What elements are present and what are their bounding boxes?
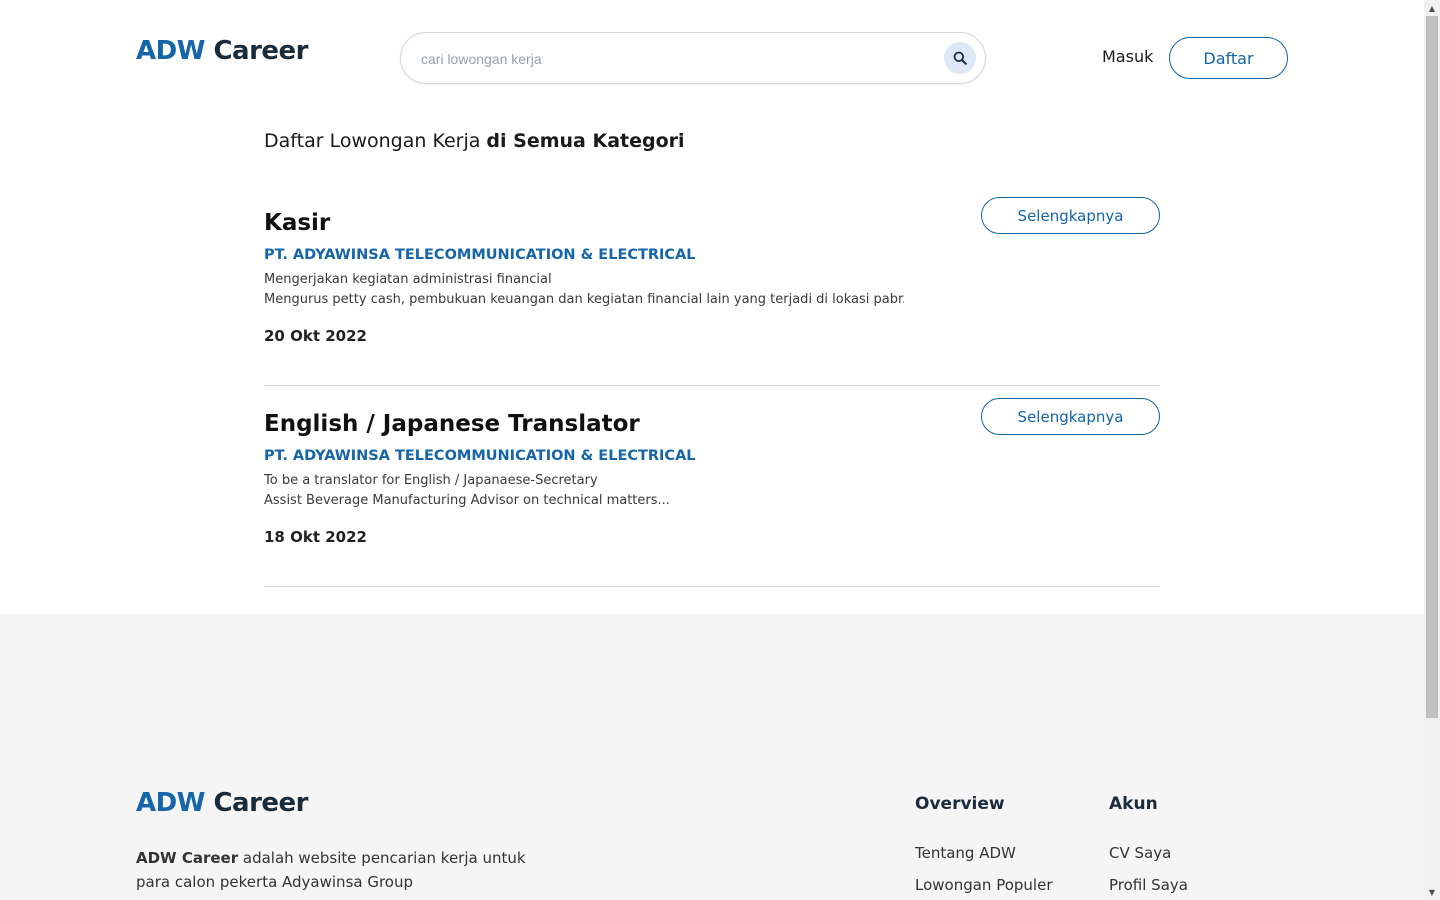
- job-date: 18 Okt 2022: [264, 528, 367, 546]
- footer-account-title: Akun: [1109, 794, 1158, 814]
- footer-about: ADW Career adalah website pencarian kerj…: [136, 846, 536, 894]
- search-input[interactable]: [421, 47, 921, 71]
- search-icon: [953, 51, 967, 65]
- footer-link-my-profile[interactable]: Profil Saya: [1109, 876, 1188, 894]
- job-card: Kasir PT. ADYAWINSA TELECOMMUNICATION & …: [264, 197, 1160, 386]
- job-details-button[interactable]: Selengkapnya: [981, 398, 1160, 435]
- job-company: PT. ADYAWINSA TELECOMMUNICATION & ELECTR…: [264, 448, 696, 464]
- footer-link-my-cv[interactable]: CV Saya: [1109, 844, 1171, 862]
- page-title-category: di Semua Kategori: [486, 130, 685, 152]
- footer-about-brand: ADW Career: [136, 849, 239, 867]
- footer-link-popular-jobs[interactable]: Lowongan Populer: [915, 876, 1053, 894]
- footer-logo-adw: ADW: [136, 788, 205, 818]
- footer-link-about[interactable]: Tentang ADW: [915, 844, 1016, 862]
- job-title[interactable]: English / Japanese Translator: [264, 411, 640, 437]
- page: ADW Career Masuk Daftar Daftar Lowongan …: [0, 0, 1424, 900]
- vertical-scrollbar[interactable]: ▲ ▼: [1424, 0, 1440, 900]
- footer-logo-career: Career: [204, 788, 308, 818]
- scroll-up-arrow-icon[interactable]: ▲: [1424, 0, 1440, 16]
- scroll-down-arrow-icon[interactable]: ▼: [1424, 884, 1440, 900]
- job-description-line: To be a translator for English / Japanae…: [264, 473, 598, 488]
- footer-overview-title: Overview: [915, 794, 1005, 814]
- login-link[interactable]: Masuk: [1102, 47, 1153, 66]
- job-card: English / Japanese Translator PT. ADYAWI…: [264, 398, 1160, 587]
- page-title-prefix: Daftar Lowongan Kerja: [264, 130, 487, 152]
- search-bar: [400, 32, 986, 84]
- scrollbar-thumb[interactable]: [1426, 16, 1438, 718]
- job-date: 20 Okt 2022: [264, 327, 367, 345]
- logo-career: Career: [204, 36, 308, 66]
- job-company: PT. ADYAWINSA TELECOMMUNICATION & ELECTR…: [264, 247, 696, 263]
- footer: ADW Career ADW Career adalah website pen…: [0, 614, 1424, 900]
- site-logo[interactable]: ADW Career: [136, 36, 308, 66]
- job-description: Mengerjakan kegiatan administrasi financ…: [264, 270, 904, 310]
- job-details-button[interactable]: Selengkapnya: [981, 197, 1160, 234]
- job-description: To be a translator for English / Japanae…: [264, 471, 904, 511]
- job-description-line: Mengerjakan kegiatan administrasi financ…: [264, 272, 552, 287]
- job-title[interactable]: Kasir: [264, 210, 330, 236]
- job-description-line: Mengurus petty cash, pembukuan keuangan …: [264, 292, 904, 307]
- footer-logo[interactable]: ADW Career: [136, 788, 308, 818]
- job-description-line: Assist Beverage Manufacturing Advisor on…: [264, 493, 670, 508]
- page-title: Daftar Lowongan Kerja di Semua Kategori: [264, 130, 685, 152]
- logo-adw: ADW: [136, 36, 205, 66]
- register-button[interactable]: Daftar: [1169, 37, 1288, 79]
- search-button[interactable]: [944, 42, 976, 74]
